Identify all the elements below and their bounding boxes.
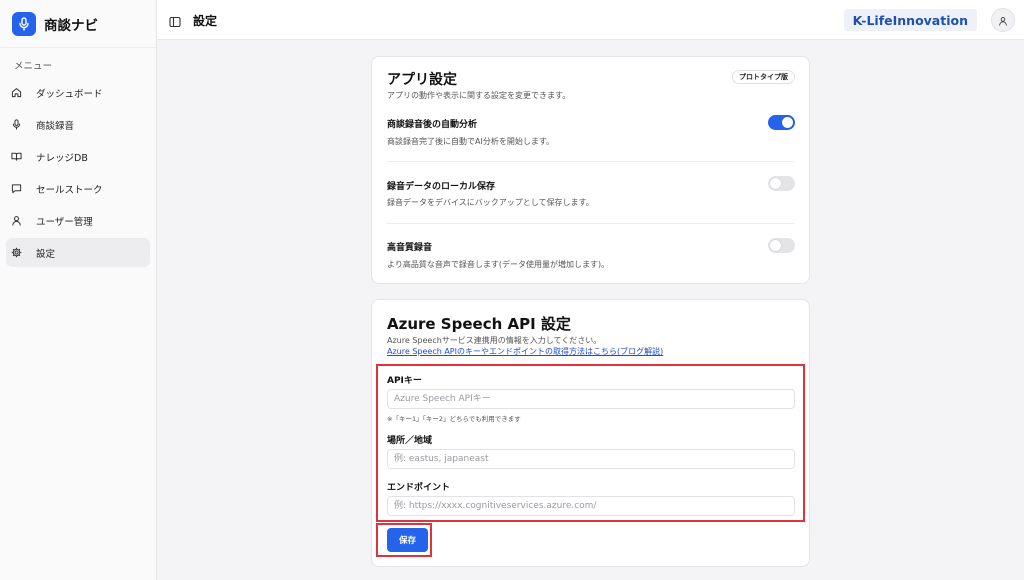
sidebar-item-sales-talk[interactable]: セールストーク: [6, 174, 150, 203]
home-icon: [10, 87, 22, 99]
app-settings-title: アプリ設定: [387, 72, 457, 88]
setting-desc-auto-analysis: 商談録音完了後に自動でAI分析を開始します。: [387, 137, 555, 146]
azure-docs-link[interactable]: Azure Speech APIのキーやエンドポイントの取得方法はこちら(ブログ…: [387, 346, 663, 357]
setting-title-auto-analysis: 商談録音後の自動分析: [387, 120, 478, 130]
highlight-box-fields: [376, 364, 805, 522]
organization-badge: K-LifeInnovation: [843, 9, 977, 31]
sidebar-item-label: ナレッジDB: [36, 152, 88, 164]
toggle-knob: [770, 178, 781, 189]
top-header: 設定 K-LifeInnovation: [157, 0, 1024, 40]
sidebar-toggle-icon[interactable]: [169, 13, 181, 28]
app-settings-card: アプリ設定 プロトタイプ版 アプリの動作や表示に関する設定を変更できます。 商談…: [371, 56, 810, 284]
sidebar-item-recording[interactable]: 商談録音: [6, 110, 150, 139]
toggle-knob: [770, 240, 781, 251]
highlight-box-save: [376, 523, 432, 557]
app-settings-description: アプリの動作や表示に関する設定を変更できます。: [387, 91, 571, 100]
microphone-icon: [10, 119, 22, 131]
azure-settings-description: Azure Speechサービス連携用の情報を入力してください。: [387, 336, 602, 345]
setting-desc-high-quality: より高品質な音声で録音します(データ使用量が増加します)。: [387, 260, 610, 269]
user-icon: [10, 215, 22, 227]
divider: [387, 161, 794, 162]
high-quality-toggle[interactable]: [768, 238, 795, 253]
prototype-badge: プロトタイプ版: [732, 70, 795, 84]
sidebar: 商談ナビ メニュー ダッシュボード 商談録音 ナレッジDB セールストーク ユー…: [0, 0, 157, 580]
user-icon: [998, 11, 1008, 30]
local-save-toggle[interactable]: [768, 176, 795, 191]
chat-icon: [10, 183, 22, 195]
setting-title-local-save: 録音データのローカル保存: [387, 182, 496, 192]
azure-settings-title: Azure Speech API 設定: [387, 315, 571, 333]
sidebar-item-dashboard[interactable]: ダッシュボード: [6, 78, 150, 107]
gear-icon: [10, 247, 22, 259]
sidebar-item-knowledge-db[interactable]: ナレッジDB: [6, 142, 150, 171]
page-title: 設定: [193, 14, 218, 28]
auto-analysis-toggle[interactable]: [768, 115, 795, 130]
sidebar-item-label: ユーザー管理: [36, 216, 93, 228]
app-name: 商談ナビ: [44, 17, 98, 34]
divider: [387, 223, 794, 224]
sidebar-item-user-management[interactable]: ユーザー管理: [6, 206, 150, 235]
menu-heading: メニュー: [14, 61, 53, 72]
sidebar-item-label: セールストーク: [36, 184, 103, 196]
sidebar-item-settings[interactable]: 設定: [6, 238, 150, 267]
sidebar-item-label: 商談録音: [36, 120, 75, 132]
toggle-knob: [782, 117, 793, 128]
sidebar-item-label: 設定: [36, 248, 56, 260]
sidebar-item-label: ダッシュボード: [36, 88, 103, 100]
microphone-logo-icon: [12, 11, 36, 36]
setting-title-high-quality: 高音質録音: [387, 243, 433, 253]
user-menu-button[interactable]: [991, 8, 1015, 32]
setting-desc-local-save: 録音データをデバイスにバックアップとして保存します。: [387, 198, 594, 207]
brand[interactable]: 商談ナビ: [0, 0, 156, 48]
book-icon: [10, 151, 22, 163]
